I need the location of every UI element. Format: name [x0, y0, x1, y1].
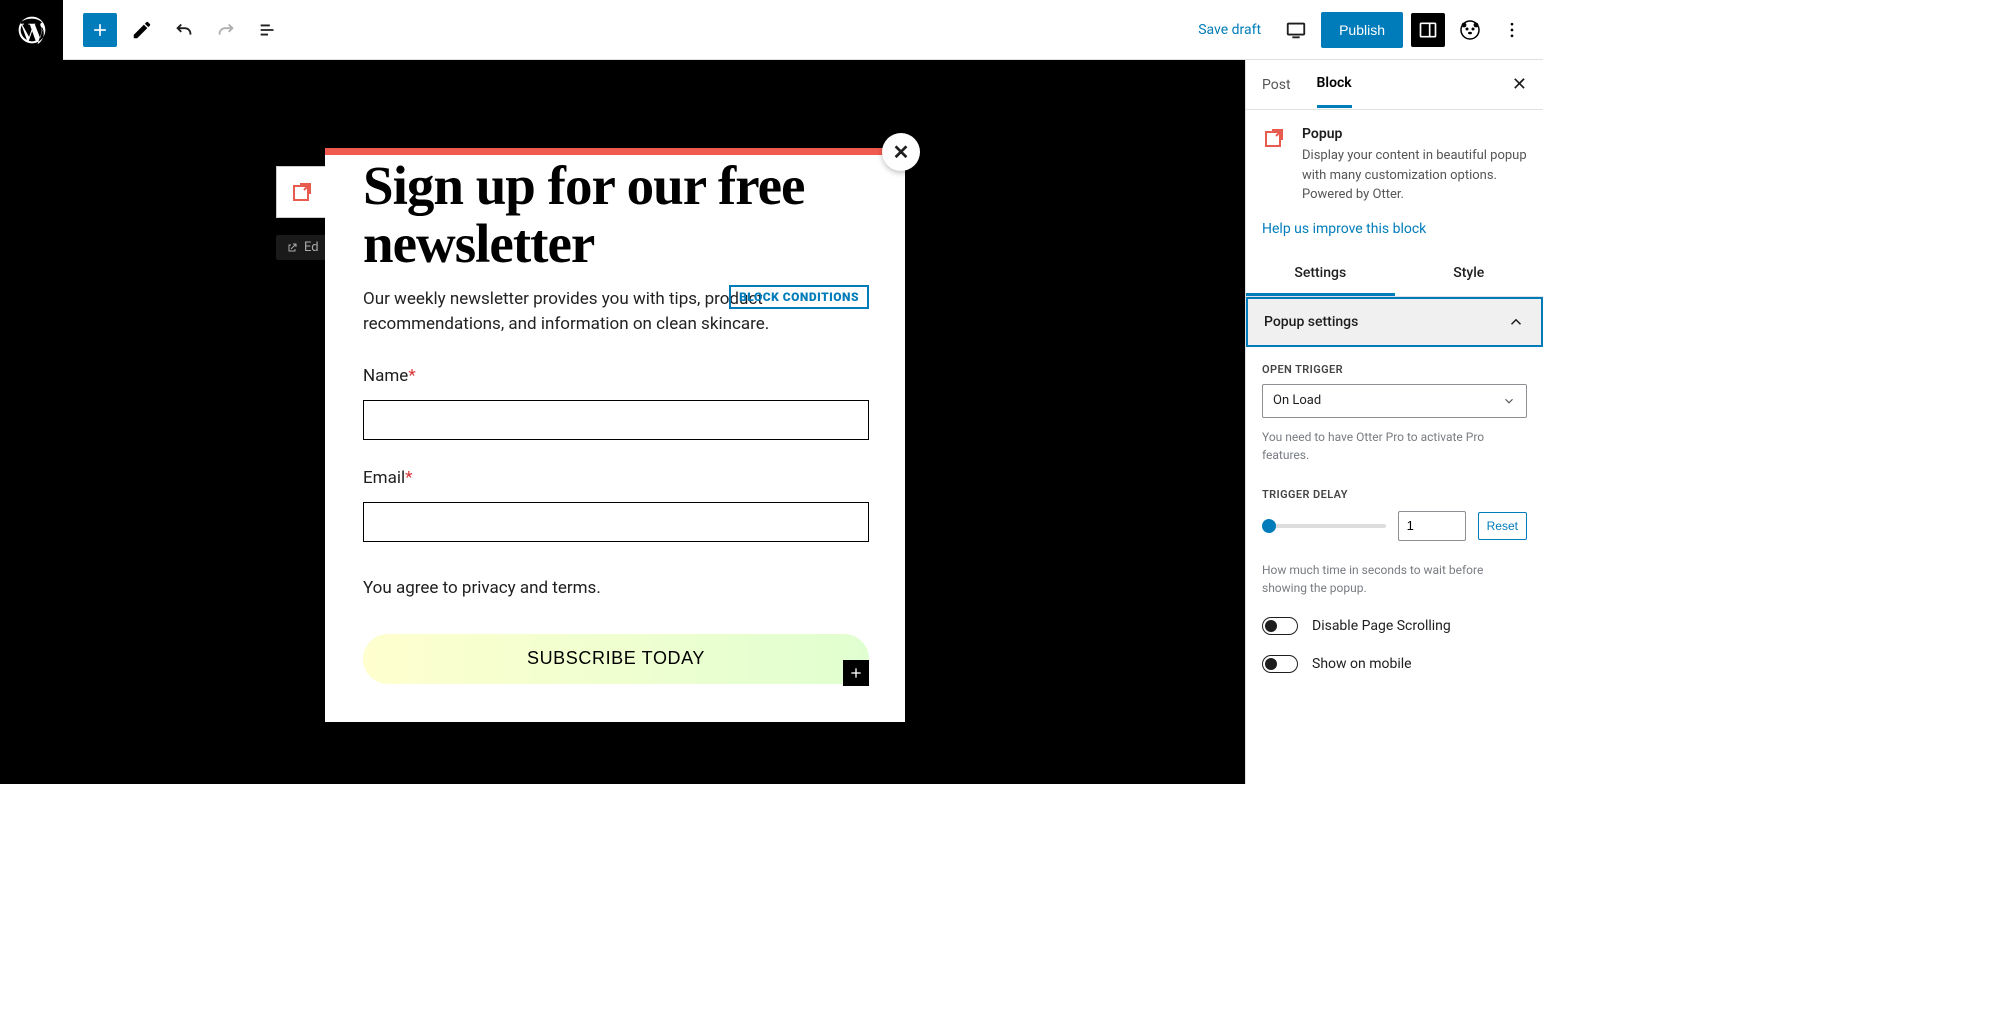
- settings-sidebar-toggle[interactable]: [1411, 13, 1445, 47]
- edit-pill-label: Ed: [304, 240, 319, 255]
- kebab-icon: [1502, 20, 1522, 40]
- chevron-up-icon: [1507, 313, 1525, 331]
- editor-canvas[interactable]: Ed ✕ Sign up for our free newsletter BLO…: [0, 60, 1245, 784]
- close-sidebar-button[interactable]: ✕: [1512, 74, 1527, 95]
- show-mobile-label: Show on mobile: [1312, 656, 1412, 672]
- otter-icon: [1458, 18, 1482, 42]
- redo-button[interactable]: [209, 13, 243, 47]
- pencil-icon: [131, 19, 153, 41]
- trigger-delay-input[interactable]: [1398, 511, 1466, 541]
- help-link[interactable]: Help us improve this block: [1246, 213, 1543, 253]
- edit-pill[interactable]: Ed: [276, 235, 329, 260]
- block-header: Popup Display your content in beautiful …: [1246, 110, 1543, 213]
- block-description: Display your content in beautiful popup …: [1302, 146, 1527, 205]
- preview-button[interactable]: [1279, 13, 1313, 47]
- block-type-button[interactable]: [277, 167, 327, 217]
- block-title: Popup: [1302, 126, 1527, 142]
- open-trigger-select[interactable]: On Load: [1262, 384, 1527, 418]
- trigger-delay-slider[interactable]: [1262, 524, 1386, 528]
- disable-scroll-toggle[interactable]: [1262, 617, 1298, 635]
- desktop-icon: [1285, 19, 1307, 41]
- sidebar-subtabs: Settings Style: [1246, 253, 1543, 297]
- toolbar-right: Save draft Publish: [1188, 12, 1543, 48]
- name-input[interactable]: [363, 400, 869, 440]
- open-trigger-label: OPEN TRIGGER: [1262, 363, 1527, 376]
- popup-icon: [290, 180, 314, 204]
- open-trigger-value: On Load: [1273, 393, 1321, 408]
- otter-plugin-button[interactable]: [1453, 13, 1487, 47]
- wordpress-icon: [16, 14, 48, 46]
- trigger-delay-hint: How much time in seconds to wait before …: [1262, 561, 1527, 597]
- name-label: Name*: [363, 366, 867, 386]
- popup-icon: [1262, 126, 1288, 205]
- popup-body: Sign up for our free newsletter BLOCK CO…: [325, 155, 905, 722]
- show-mobile-toggle[interactable]: [1262, 655, 1298, 673]
- trigger-delay-row: Reset: [1262, 511, 1527, 541]
- undo-button[interactable]: [167, 13, 201, 47]
- redo-icon: [215, 19, 237, 41]
- email-label: Email*: [363, 468, 867, 488]
- plus-icon: [848, 665, 864, 681]
- add-block-button[interactable]: [83, 13, 117, 47]
- external-icon: [286, 242, 298, 254]
- trigger-delay-label: TRIGGER DELAY: [1262, 488, 1527, 501]
- panel-body: OPEN TRIGGER On Load You need to have Ot…: [1246, 347, 1543, 689]
- popup-heading[interactable]: Sign up for our free newsletter: [363, 157, 867, 273]
- sidebar-tabs: Post Block ✕: [1246, 60, 1543, 110]
- disable-scroll-row: Disable Page Scrolling: [1262, 617, 1527, 635]
- block-conditions-badge[interactable]: BLOCK CONDITIONS: [729, 285, 869, 309]
- subtab-style[interactable]: Style: [1395, 253, 1544, 296]
- add-inner-block-button[interactable]: [843, 660, 869, 686]
- panel-popup-settings[interactable]: Popup settings: [1246, 297, 1543, 347]
- wp-logo[interactable]: [0, 0, 63, 60]
- panel-title: Popup settings: [1264, 314, 1358, 330]
- open-trigger-hint: You need to have Otter Pro to activate P…: [1262, 428, 1527, 464]
- publish-button[interactable]: Publish: [1321, 12, 1403, 48]
- list-icon: [257, 19, 279, 41]
- undo-icon: [173, 19, 195, 41]
- editor-main: Ed ✕ Sign up for our free newsletter BLO…: [0, 60, 1543, 784]
- options-button[interactable]: [1495, 13, 1529, 47]
- tab-block[interactable]: Block: [1317, 61, 1352, 108]
- edit-tool-button[interactable]: [125, 13, 159, 47]
- sidebar-icon: [1418, 20, 1438, 40]
- popup-accent-bar: [325, 148, 905, 155]
- subtab-settings[interactable]: Settings: [1246, 253, 1395, 296]
- popup-block[interactable]: ✕ Sign up for our free newsletter BLOCK …: [325, 148, 905, 722]
- editor-topbar: Save draft Publish: [0, 0, 1543, 60]
- chevron-down-icon: [1502, 394, 1516, 408]
- disable-scroll-label: Disable Page Scrolling: [1312, 618, 1451, 634]
- reset-button[interactable]: Reset: [1478, 512, 1527, 540]
- subscribe-button[interactable]: SUBSCRIBE TODAY: [363, 634, 869, 684]
- save-draft-button[interactable]: Save draft: [1188, 22, 1271, 38]
- toolbar-left: [63, 13, 285, 47]
- plus-icon: [90, 20, 110, 40]
- show-mobile-row: Show on mobile: [1262, 655, 1527, 673]
- document-overview-button[interactable]: [251, 13, 285, 47]
- tab-post[interactable]: Post: [1262, 63, 1291, 107]
- settings-sidebar: Post Block ✕ Popup Display your content …: [1245, 60, 1543, 784]
- agree-text[interactable]: You agree to privacy and terms.: [363, 578, 867, 598]
- email-input[interactable]: [363, 502, 869, 542]
